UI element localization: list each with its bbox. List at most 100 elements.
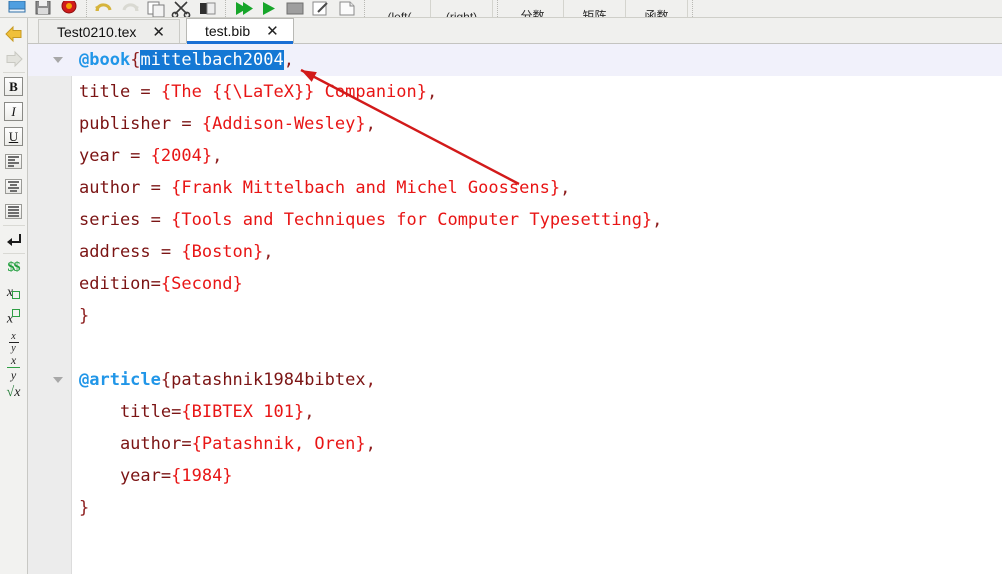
build-and-view-icon[interactable] bbox=[230, 0, 256, 17]
toolbar-label-right-delim-text: (right) bbox=[445, 10, 478, 18]
undo-icon[interactable] bbox=[91, 0, 117, 17]
code-token: { bbox=[160, 370, 172, 390]
code-token: {The {{\LaTeX}} Companion} bbox=[160, 82, 427, 102]
code-token: {BIBTEX 101} bbox=[181, 402, 305, 422]
code-content[interactable]: @book{mittelbach2004, title = {The {{\LaT… bbox=[28, 44, 1002, 574]
save-icon[interactable] bbox=[30, 0, 56, 17]
code-token: year = bbox=[79, 146, 151, 166]
align-justify-button[interactable] bbox=[1, 199, 27, 224]
subscript-icon: x bbox=[7, 285, 21, 300]
code-token: @book bbox=[79, 50, 131, 70]
stop-icon[interactable] bbox=[282, 0, 308, 17]
code-token: {Boston} bbox=[181, 242, 264, 262]
toolbar-label-matrix[interactable]: 矩阵 bbox=[564, 0, 626, 17]
code-line[interactable]: title={BIBTEX 101}, bbox=[28, 396, 1002, 428]
underline-icon: U bbox=[4, 127, 23, 146]
close-icon[interactable]: ✕ bbox=[152, 25, 165, 40]
code-line[interactable] bbox=[28, 332, 1002, 364]
bold-button[interactable]: B bbox=[1, 74, 27, 99]
tab-label: test.bib bbox=[204, 23, 251, 39]
code-token: patashnik1984bibtex bbox=[171, 370, 366, 390]
inline-math-button[interactable]: $$ bbox=[1, 255, 27, 280]
code-token: {Frank Mittelbach and Michel Goossens} bbox=[171, 178, 561, 198]
run-icon[interactable] bbox=[256, 0, 282, 17]
code-token: , bbox=[427, 82, 438, 102]
code-token: {Patashnik, Oren} bbox=[191, 434, 366, 454]
toolbar-label-fraction-text: 分数 bbox=[520, 9, 545, 18]
align-justify-icon bbox=[5, 204, 22, 219]
dollar-dollar-icon: $$ bbox=[7, 259, 21, 275]
underline-button[interactable]: U bbox=[1, 124, 27, 149]
italic-icon: I bbox=[4, 102, 23, 121]
code-token: , bbox=[365, 370, 376, 390]
fold-toggle-icon[interactable] bbox=[53, 57, 63, 63]
code-token: {2004} bbox=[150, 146, 213, 166]
new-document-icon[interactable] bbox=[4, 0, 30, 17]
code-token: } bbox=[79, 498, 90, 518]
clear-markup-icon[interactable] bbox=[308, 0, 334, 17]
toolbar-label-left-delim-text: (left( bbox=[387, 10, 412, 18]
code-line[interactable]: year={1984} bbox=[28, 460, 1002, 492]
toolbar-label-fraction[interactable]: 分数 bbox=[502, 0, 564, 17]
toolbar-group-structures: 分数 矩阵 函数 bbox=[498, 0, 693, 17]
align-center-button[interactable] bbox=[1, 174, 27, 199]
toolbar-label-function[interactable]: 函数 bbox=[626, 0, 688, 17]
tab-test0210-tex[interactable]: Test0210.tex ✕ bbox=[38, 19, 180, 44]
code-line[interactable]: author = {Frank Mittelbach and Michel Go… bbox=[28, 172, 1002, 204]
code-line[interactable]: address = {Boston}, bbox=[28, 236, 1002, 268]
code-line[interactable]: title = {The {{\LaTeX}} Companion}, bbox=[28, 76, 1002, 108]
code-token: year= bbox=[79, 466, 172, 486]
toolbar-group-math: (left( (right) bbox=[365, 0, 498, 17]
code-line[interactable]: } bbox=[28, 492, 1002, 524]
sqrt-button[interactable]: √x bbox=[1, 380, 27, 405]
selected-text: mittelbach2004 bbox=[140, 50, 284, 70]
code-line[interactable]: author={Patashnik, Oren}, bbox=[28, 428, 1002, 460]
code-line[interactable]: } bbox=[28, 300, 1002, 332]
code-line[interactable]: @book{mittelbach2004, bbox=[28, 44, 1002, 76]
code-token: , bbox=[560, 178, 571, 198]
align-left-button[interactable] bbox=[1, 149, 27, 174]
nav-back-button[interactable] bbox=[1, 21, 27, 46]
toolbar-label-left-delim[interactable]: (left( bbox=[369, 0, 431, 17]
nav-forward-button[interactable] bbox=[1, 46, 27, 71]
tab-test-bib[interactable]: test.bib ✕ bbox=[185, 18, 294, 44]
newline-button[interactable] bbox=[1, 227, 27, 252]
close-icon[interactable]: ✕ bbox=[266, 24, 279, 39]
code-token: {Second} bbox=[160, 274, 243, 294]
eraser-icon[interactable] bbox=[195, 0, 221, 17]
subscript-button[interactable]: x bbox=[1, 280, 27, 305]
toolbar-label-function-text: 函数 bbox=[644, 9, 669, 18]
superscript-icon: x bbox=[7, 308, 21, 327]
code-token: , bbox=[263, 242, 274, 262]
code-line[interactable]: publisher = {Addison-Wesley}, bbox=[28, 108, 1002, 140]
active-tab-indicator bbox=[186, 41, 293, 44]
toolbar-label-right-delim[interactable]: (right) bbox=[431, 0, 493, 17]
superscript-button[interactable]: x bbox=[1, 305, 27, 330]
fold-toggle-icon[interactable] bbox=[53, 377, 63, 383]
toolbar-group-edit bbox=[87, 0, 226, 17]
cut-scissors-icon[interactable] bbox=[169, 0, 195, 17]
editor-tab-bar: Test0210.tex ✕ test.bib ✕ bbox=[28, 18, 1002, 44]
italic-button[interactable]: I bbox=[1, 99, 27, 124]
fraction-icon: xy bbox=[7, 354, 20, 381]
redo-icon[interactable] bbox=[117, 0, 143, 17]
new-page-icon[interactable] bbox=[334, 0, 360, 17]
stop-recording-icon[interactable] bbox=[56, 0, 82, 17]
toolbar-divider bbox=[2, 253, 25, 254]
code-line[interactable]: @article{patashnik1984bibtex, bbox=[28, 364, 1002, 396]
code-editor[interactable]: @book{mittelbach2004, title = {The {{\LaT… bbox=[28, 44, 1002, 574]
copy-icon[interactable] bbox=[143, 0, 169, 17]
code-token: series = bbox=[79, 210, 172, 230]
code-token: , bbox=[212, 146, 223, 166]
code-line[interactable]: series = {Tools and Techniques for Compu… bbox=[28, 204, 1002, 236]
toolbar-group-build bbox=[226, 0, 365, 17]
toolbar-divider bbox=[2, 72, 25, 73]
small-fraction-button[interactable]: xy bbox=[1, 330, 27, 355]
code-token: , bbox=[365, 434, 376, 454]
code-line[interactable]: edition={Second} bbox=[28, 268, 1002, 300]
toolbar-label-matrix-text: 矩阵 bbox=[582, 9, 607, 18]
fraction-button[interactable]: xy bbox=[1, 354, 27, 381]
code-token: @article bbox=[79, 370, 161, 390]
code-line[interactable]: year = {2004}, bbox=[28, 140, 1002, 172]
align-left-icon bbox=[5, 154, 22, 169]
